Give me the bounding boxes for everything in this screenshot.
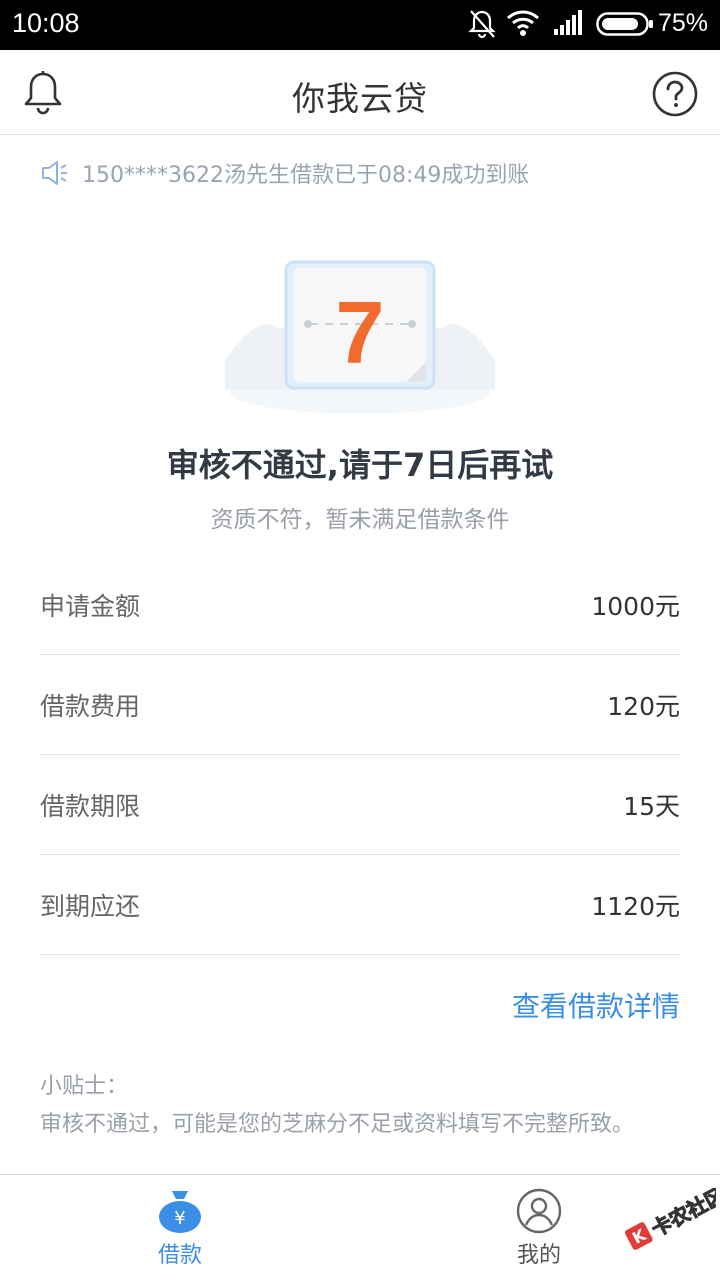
signal-icon bbox=[554, 10, 582, 35]
result-title: 审核不通过,请于7日后再试 bbox=[166, 446, 554, 484]
detail-row-loan-fee: 借款费用 120元 bbox=[40, 655, 680, 755]
detail-value: 1120元 bbox=[591, 891, 680, 921]
tips-body: 审核不通过，可能是您的芝麻分不足或资料填写不完整所致。 bbox=[40, 1112, 635, 1137]
view-loan-details-link[interactable]: 查看借款详情 bbox=[512, 985, 680, 1025]
app-header: 你我云贷 bbox=[0, 50, 720, 135]
tips-section: 小贴士： 审核不通过，可能是您的芝麻分不足或资料填写不完整所致。 bbox=[40, 1068, 680, 1144]
status-time: 10:08 bbox=[12, 8, 80, 38]
watermark-logo: K 卡农社区 bbox=[624, 1188, 716, 1250]
battery-percentage: 75% bbox=[657, 9, 708, 37]
detail-label: 到期应还 bbox=[40, 891, 141, 921]
result-subtitle: 资质不符，暂未满足借款条件 bbox=[210, 507, 510, 533]
tips-title: 小贴士： bbox=[40, 1074, 129, 1099]
detail-row-amount-due: 到期应还 1120元 bbox=[40, 855, 680, 955]
detail-value: 120元 bbox=[607, 691, 680, 721]
tab-mine-label: 我的 bbox=[516, 1243, 561, 1268]
page-title: 你我云贷 bbox=[292, 79, 428, 118]
detail-label: 申请金额 bbox=[40, 591, 141, 621]
mute-notification-icon bbox=[468, 10, 496, 39]
loan-detail-list: 申请金额 1000元 借款费用 120元 借款期限 15天 到期应还 1120元 bbox=[40, 555, 680, 955]
help-icon[interactable] bbox=[652, 71, 698, 117]
tab-loan-label: 借款 bbox=[157, 1243, 202, 1268]
detail-value: 15天 bbox=[623, 791, 680, 821]
speaker-icon bbox=[42, 161, 67, 185]
user-profile-icon bbox=[516, 1188, 562, 1234]
notice-text: 150****3622汤先生借款已于08:49成功到账 bbox=[82, 163, 530, 188]
tab-mine[interactable]: 我的 bbox=[439, 1175, 639, 1280]
calendar-illustration: 7 bbox=[225, 260, 495, 414]
svg-text:卡农社区: 卡农社区 bbox=[647, 1188, 716, 1241]
status-bar: 10:08 75% bbox=[0, 0, 720, 50]
battery-icon bbox=[596, 12, 653, 36]
svg-text:¥: ¥ bbox=[174, 1208, 185, 1229]
detail-label: 借款费用 bbox=[40, 691, 141, 721]
wifi-icon bbox=[507, 10, 539, 36]
detail-label: 借款期限 bbox=[40, 791, 141, 821]
tab-loan[interactable]: ¥ 借款 bbox=[80, 1175, 280, 1280]
loan-notice-marquee: 150****3622汤先生借款已于08:49成功到账 bbox=[40, 155, 529, 191]
calendar-number: 7 bbox=[336, 283, 385, 382]
detail-value: 1000元 bbox=[591, 591, 680, 621]
detail-row-loan-term: 借款期限 15天 bbox=[40, 755, 680, 855]
money-bag-icon: ¥ bbox=[159, 1191, 201, 1233]
detail-row-apply-amount: 申请金额 1000元 bbox=[40, 555, 680, 655]
